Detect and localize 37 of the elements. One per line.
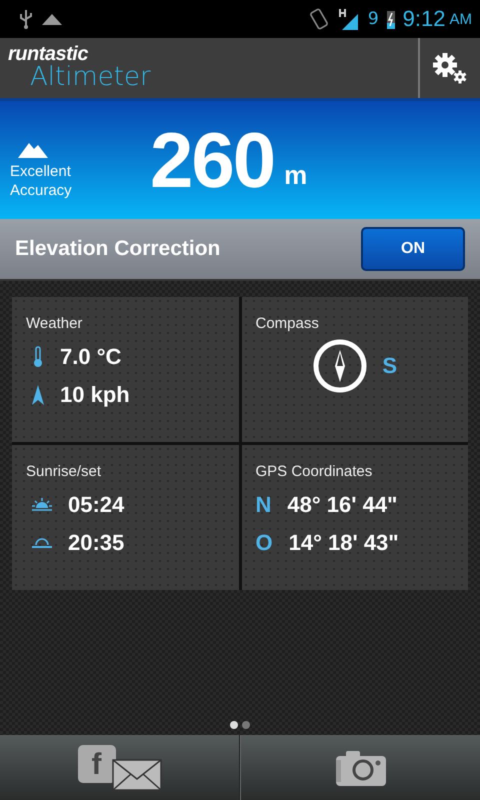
app-title: Altimeter	[30, 64, 152, 90]
sunset-icon	[32, 537, 52, 549]
altitude-unit: m	[284, 160, 308, 190]
sunrise-icon	[32, 498, 52, 512]
elevation-correction-label: Elevation Correction	[15, 237, 220, 261]
battery-icon	[386, 9, 395, 29]
card-title: Sunrise/set	[26, 463, 102, 480]
card-title: GPS Coordinates	[256, 463, 374, 480]
camera-icon	[336, 750, 386, 786]
thermometer-icon	[32, 346, 44, 368]
coordinate-axis: O	[256, 530, 273, 556]
signal-icon	[338, 7, 360, 31]
coordinate-axis: N	[256, 492, 272, 518]
compass-icon	[312, 338, 368, 394]
compass-direction: S	[382, 353, 398, 379]
accuracy-label: Excellent Accuracy	[10, 162, 73, 200]
page-dot[interactable]	[242, 721, 250, 729]
clock: 9:12	[402, 6, 446, 32]
battery-percent: 9	[368, 9, 379, 29]
reading-value: 14° 18' 43"	[288, 530, 399, 556]
toggle-button[interactable]: ON	[361, 227, 465, 271]
settings-icon	[432, 52, 468, 84]
clock-meridiem: AM	[450, 10, 472, 28]
page-dot[interactable]	[230, 721, 238, 729]
card-title: Weather	[26, 315, 84, 332]
altitude-value: 260	[150, 114, 274, 206]
brand-logo: runtastic	[8, 44, 90, 64]
reading-value: 48° 16' 44"	[287, 492, 398, 518]
reading-value: 10 kph	[60, 382, 130, 408]
card-title: Compass	[256, 315, 320, 332]
arrow-icon	[32, 385, 44, 405]
mountain-icon	[42, 13, 62, 25]
reading-value: 05:24	[68, 492, 124, 518]
reading-value: 20:35	[68, 530, 124, 556]
vibrate-icon	[308, 7, 330, 31]
reading-value: 7.0 °C	[60, 344, 122, 370]
usb-icon	[18, 8, 34, 30]
